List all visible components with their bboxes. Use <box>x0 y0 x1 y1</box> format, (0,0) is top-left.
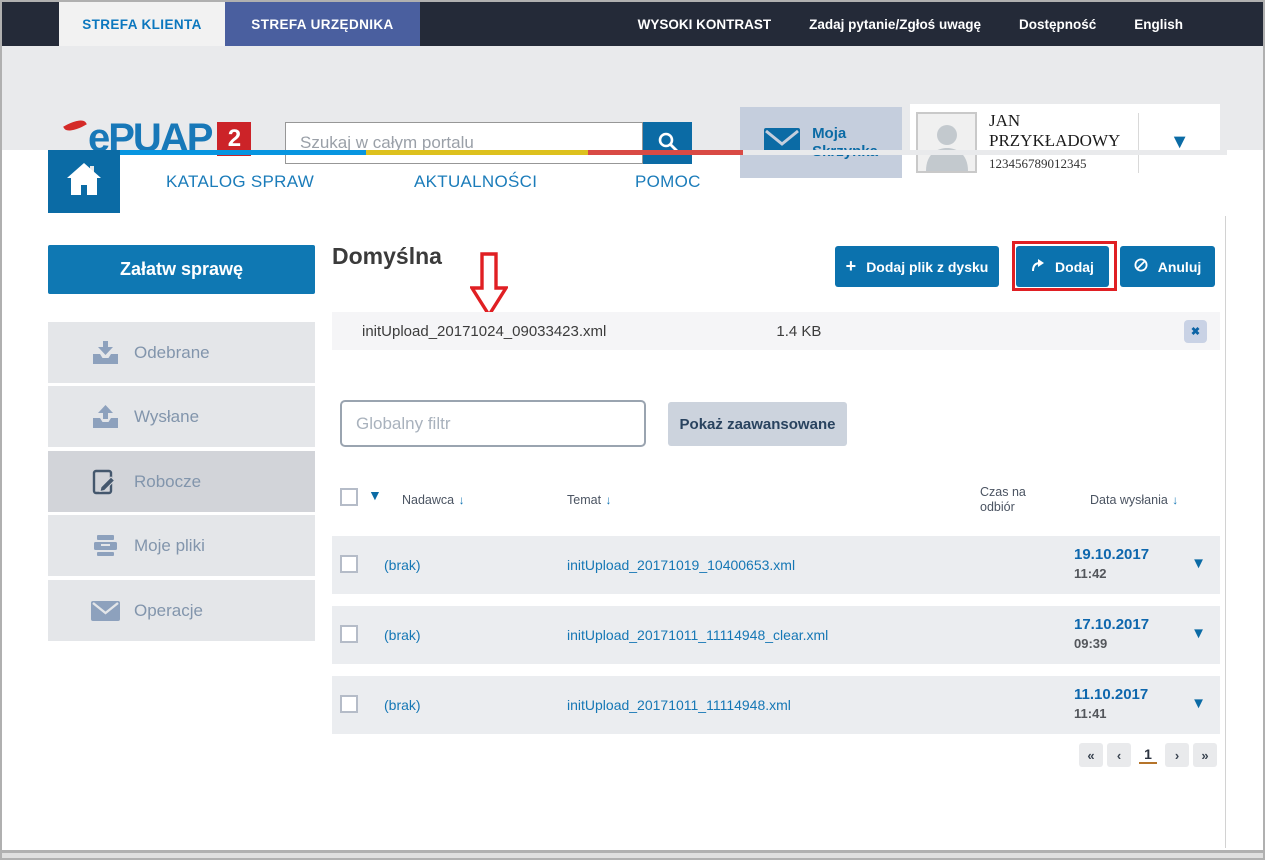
search-input[interactable] <box>285 122 643 164</box>
sender-cell: (brak) <box>384 557 421 573</box>
topbar-links: WYSOKI KONTRAST Zadaj pytanie/Zgłoś uwag… <box>638 2 1183 46</box>
select-all-checkbox[interactable] <box>340 488 358 506</box>
draft-edit-icon <box>90 469 120 495</box>
table-row[interactable]: (brak) initUpload_20171019_10400653.xml … <box>332 536 1220 594</box>
sidebar-item-label: Wysłane <box>134 407 199 427</box>
subject-link[interactable]: initUpload_20171019_10400653.xml <box>567 557 795 573</box>
row-checkbox[interactable] <box>340 555 358 573</box>
logo-swoosh-icon <box>63 116 87 134</box>
column-header-temat[interactable]: Temat ↓ <box>567 491 612 509</box>
mailbox-label: Moja Skrzynka <box>812 125 878 161</box>
column-header-nadawca[interactable]: Nadawca ↓ <box>402 491 465 509</box>
nav-pomoc[interactable]: POMOC <box>635 172 701 192</box>
tab-strefa-urzednika[interactable]: STREFA URZĘDNIKA <box>225 2 420 46</box>
table-row[interactable]: (brak) initUpload_20171011_11114948_clea… <box>332 606 1220 664</box>
global-filter-input[interactable] <box>340 400 646 447</box>
link-zadaj-pytanie[interactable]: Zadaj pytanie/Zgłoś uwagę <box>809 17 981 32</box>
nav-aktualnosci[interactable]: AKTUALNOŚCI <box>414 172 537 192</box>
sender-cell: (brak) <box>384 627 421 643</box>
sidebar-item-moje-pliki[interactable]: Moje pliki <box>48 515 315 576</box>
top-bar: STREFA KLIENTA STREFA URZĘDNIKA WYSOKI K… <box>2 2 1263 46</box>
anuluj-button[interactable]: Anuluj <box>1120 246 1215 287</box>
table-row[interactable]: (brak) initUpload_20171011_11114948.xml … <box>332 676 1220 734</box>
sender-cell: (brak) <box>384 697 421 713</box>
stripe-blue <box>120 150 366 155</box>
date-cell: 19.10.2017 11:42 <box>1074 546 1149 581</box>
sidebar-item-odebrane[interactable]: Odebrane <box>48 322 315 383</box>
nav-katalog-spraw[interactable]: KATALOG SPRAW <box>166 172 314 192</box>
attachment-row: initUpload_20171024_09033423.xml 1.4 KB … <box>332 312 1220 350</box>
subject-link[interactable]: initUpload_20171011_11114948_clear.xml <box>567 627 828 643</box>
user-box[interactable]: JAN PRZYKŁADOWY 123456789012345 ▼ <box>910 104 1220 181</box>
row-expand-caret-icon[interactable]: ▼ <box>1191 695 1206 712</box>
pagination-first-button[interactable]: « <box>1079 743 1103 767</box>
subject-link[interactable]: initUpload_20171011_11114948.xml <box>567 697 791 713</box>
moja-skrzynka-button[interactable]: Moja Skrzynka <box>740 107 902 178</box>
pokaz-zaawansowane-button[interactable]: Pokaż zaawansowane <box>668 402 847 446</box>
sidebar-item-robocze[interactable]: Robocze <box>48 451 315 512</box>
sidebar-item-label: Operacje <box>134 601 203 621</box>
user-id: 123456789012345 <box>989 154 1120 174</box>
sidebar-item-label: Moje pliki <box>134 536 205 556</box>
sidebar-item-operacje[interactable]: Operacje <box>48 580 315 641</box>
attachment-size: 1.4 KB <box>776 323 821 340</box>
epuap-portal-page: STREFA KLIENTA STREFA URZĘDNIKA WYSOKI K… <box>0 0 1265 860</box>
sort-down-icon: ↓ <box>1172 493 1178 507</box>
link-dostepnosc[interactable]: Dostępność <box>1019 17 1096 32</box>
sidebar-item-wyslane[interactable]: Wysłane <box>48 386 315 447</box>
date-cell: 17.10.2017 09:39 <box>1074 616 1149 651</box>
plus-icon: + <box>846 256 857 277</box>
search-button[interactable] <box>643 122 692 164</box>
stripe-red <box>588 150 743 155</box>
pagination: « ‹ 1 › » <box>1079 743 1217 767</box>
attachment-filename: initUpload_20171024_09033423.xml <box>362 323 606 340</box>
cancel-icon <box>1134 258 1148 275</box>
dodaj-button[interactable]: Dodaj <box>1016 246 1109 287</box>
envelope-icon <box>90 601 120 621</box>
row-checkbox[interactable] <box>340 625 358 643</box>
pagination-current-page[interactable]: 1 <box>1139 746 1157 764</box>
table-header-row: ▼ Nadawca ↓ Temat ↓ Czas na odbiór Data … <box>332 484 1220 524</box>
sort-down-icon: ↓ <box>459 493 465 507</box>
sidebar-item-label: Odebrane <box>134 343 210 363</box>
home-button[interactable] <box>48 150 120 213</box>
user-identity: JAN PRZYKŁADOWY 123456789012345 <box>977 111 1120 174</box>
sidebar-item-label: Robocze <box>134 472 201 492</box>
home-icon <box>66 162 102 201</box>
main-content: Domyślna + Dodaj plik z dysku Dodaj Anul… <box>332 212 1220 852</box>
user-name: JAN PRZYKŁADOWY 123456789012345 <box>989 111 1120 174</box>
files-drawer-icon <box>90 534 120 557</box>
stripe-gray <box>743 150 1227 155</box>
filter-caret-icon[interactable]: ▼ <box>368 487 382 503</box>
row-expand-caret-icon[interactable]: ▼ <box>1191 555 1206 572</box>
date-cell: 11.10.2017 11:41 <box>1074 686 1148 721</box>
pagination-last-button[interactable]: » <box>1193 743 1217 767</box>
tab-strefa-klienta[interactable]: STREFA KLIENTA <box>59 2 225 46</box>
outbox-upload-icon <box>90 405 120 428</box>
sort-down-icon: ↓ <box>606 493 612 507</box>
row-checkbox[interactable] <box>340 695 358 713</box>
window-bottom-edge <box>2 850 1263 858</box>
avatar <box>916 112 977 173</box>
link-wysoki-kontrast[interactable]: WYSOKI KONTRAST <box>638 17 772 32</box>
pagination-prev-button[interactable]: ‹ <box>1107 743 1131 767</box>
pagination-next-button[interactable]: › <box>1165 743 1189 767</box>
row-expand-caret-icon[interactable]: ▼ <box>1191 625 1206 642</box>
inbox-download-icon <box>90 341 120 364</box>
topbar-spacer <box>2 2 59 46</box>
content-right-divider <box>1225 216 1226 848</box>
close-icon: ✖ <box>1191 325 1200 338</box>
stripe-yellow <box>366 150 588 155</box>
column-header-czas-na-odbior: Czas na odbiór <box>980 485 1026 515</box>
zalatw-sprawe-button[interactable]: Załatw sprawę <box>48 245 315 294</box>
upload-arrow-icon <box>1031 259 1045 275</box>
header-band: ePUAP 2 Moja Skrzynka <box>2 46 1263 150</box>
attachment-close-button[interactable]: ✖ <box>1184 320 1207 343</box>
portal-search <box>285 122 692 164</box>
page-title: Domyślna <box>332 243 442 270</box>
link-english[interactable]: English <box>1134 17 1183 32</box>
column-header-data-wyslania[interactable]: Data wysłania ↓ <box>1090 491 1178 509</box>
dodaj-plik-z-dysku-button[interactable]: + Dodaj plik z dysku <box>835 246 999 287</box>
